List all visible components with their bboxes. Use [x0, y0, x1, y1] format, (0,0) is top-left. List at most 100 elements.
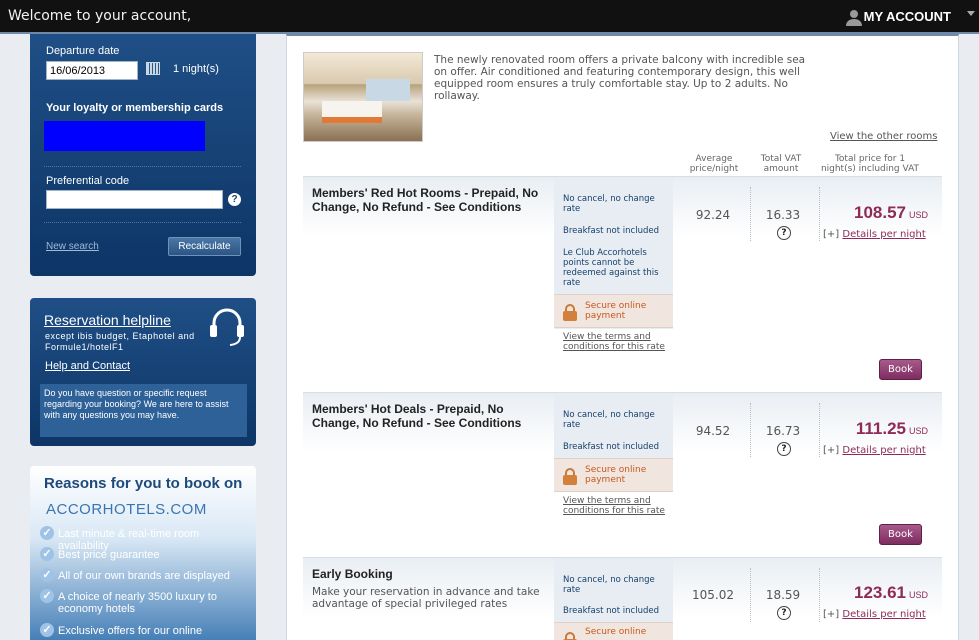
vat-help-icon[interactable]: ?	[777, 606, 791, 620]
vat-amount: 16.73	[765, 424, 801, 438]
preferential-code-input[interactable]	[46, 190, 223, 209]
average-price: 105.02	[692, 588, 734, 602]
total-price-value: 111.25	[855, 419, 906, 438]
lock-icon	[563, 468, 577, 485]
rate-row: Members' Red Hot Rooms - Prepaid, No Cha…	[303, 176, 942, 392]
terms-link[interactable]: View the terms and conditions for this r…	[563, 496, 673, 516]
accorhotels-logo: ACCORHOTELS.COM	[46, 501, 207, 518]
helpline-subtitle: except ibis budget, Etaphotel and Formul…	[45, 331, 195, 352]
total-price: 123.61 USD	[818, 583, 928, 603]
help-icon[interactable]: ?	[228, 193, 241, 206]
divider	[750, 403, 751, 457]
rate-conditions: No cancel, no change rate Breakfast not …	[554, 558, 673, 640]
condition-text: Breakfast not included	[563, 442, 659, 452]
average-price: 92.24	[695, 208, 731, 222]
chevron-down-icon[interactable]	[967, 11, 975, 16]
book-button[interactable]: Book	[879, 359, 922, 380]
room-rates-panel: The newly renovated room offers a privat…	[286, 34, 959, 640]
divider	[750, 568, 751, 622]
terms-link[interactable]: View the terms and conditions for this r…	[563, 332, 673, 352]
condition-text: No cancel, no change rate	[563, 575, 655, 595]
total-price-value: 108.57	[853, 203, 906, 222]
rate-name: Early Booking	[312, 567, 393, 581]
rate-conditions: No cancel, no change rate Breakfast not …	[554, 177, 673, 329]
recalculate-button[interactable]: Recalculate	[168, 237, 241, 256]
redacted-loyalty-card	[44, 121, 205, 151]
reason-item: ✓ A choice of nearly 3500 luxury to econo…	[40, 589, 250, 615]
secure-payment-text: Secure online payment	[585, 301, 647, 321]
help-contact-link[interactable]: Help and Contact	[45, 360, 130, 372]
vat-amount: 16.33	[765, 208, 801, 222]
expand-toggle[interactable]: [+]	[823, 445, 839, 456]
book-button[interactable]: Book	[879, 524, 922, 545]
calendar-icon[interactable]	[146, 62, 160, 75]
total-price-value: 123.61	[853, 583, 906, 602]
my-account-link[interactable]: MY ACCOUNT	[864, 9, 951, 24]
expand-toggle[interactable]: [+]	[823, 229, 839, 240]
reason-item: ✓ All of our own brands are displayed	[40, 568, 250, 582]
vat-amount: 18.59	[765, 588, 801, 602]
departure-date-label: Departure date	[46, 45, 120, 57]
secure-payment-text: Secure online	[585, 627, 647, 637]
details-per-night-link[interactable]: Details per night	[842, 445, 925, 456]
currency: USD	[908, 210, 928, 220]
divider	[750, 187, 751, 241]
reasons-panel: Reasons for you to book on ACCORHOTELS.C…	[30, 466, 256, 640]
column-total-price: Total price for 1 night(s) including VAT	[820, 154, 920, 174]
reason-item: ✓ Best price guarantee	[40, 547, 250, 561]
check-icon: ✓	[40, 547, 54, 561]
details-per-night[interactable]: [+] Details per night	[823, 609, 926, 620]
vat-help-icon[interactable]: ?	[777, 226, 791, 240]
new-search-link[interactable]: New search	[46, 241, 99, 252]
secure-payment-badge: Secure online	[554, 622, 673, 640]
helpline-question-box: Do you have question or specific request…	[40, 384, 247, 437]
secure-payment-text: Secure online payment	[585, 465, 647, 485]
condition-text: Breakfast not included	[563, 606, 659, 616]
check-icon: ✓	[40, 589, 54, 603]
rate-conditions: No cancel, no change rate Breakfast not …	[554, 393, 673, 492]
departure-date-input[interactable]: 16/06/2013	[46, 61, 138, 80]
helpline-title[interactable]: Reservation helpline	[44, 312, 171, 328]
column-vat: Total VAT amount	[760, 154, 802, 174]
nights-count: 1 night(s)	[173, 63, 219, 75]
condition-text: Le Club Accorhotels points cannot be red…	[563, 248, 659, 288]
room-photo[interactable]	[303, 52, 423, 142]
rate-name: Members' Hot Deals - Prepaid, No Change,…	[312, 402, 522, 430]
secure-payment-badge: Secure online payment	[554, 294, 673, 328]
reason-item: ✓ Exclusive offers for our online	[40, 623, 250, 637]
total-price: 108.57 USD	[818, 203, 928, 223]
top-bar: Welcome to your account, MY ACCOUNT	[0, 0, 979, 34]
reason-text: A choice of nearly 3500 luxury to econom…	[58, 591, 217, 615]
details-per-night[interactable]: [+] Details per night	[823, 229, 926, 240]
column-average-price: Average price/night	[689, 154, 739, 174]
details-per-night-link[interactable]: Details per night	[842, 609, 925, 620]
details-per-night-link[interactable]: Details per night	[842, 229, 925, 240]
reason-text: Best price guarantee	[58, 549, 160, 561]
expand-toggle[interactable]: [+]	[823, 609, 839, 620]
reasons-title: Reasons for you to book on	[44, 475, 243, 492]
vat-help-icon[interactable]: ?	[777, 442, 791, 456]
reservation-helpline-panel: Reservation helpline except ibis budget,…	[30, 298, 256, 446]
reason-text: All of our own brands are displayed	[58, 570, 230, 582]
check-icon: ✓	[40, 526, 54, 540]
condition-text: Breakfast not included	[563, 226, 659, 236]
headset-icon	[210, 308, 244, 346]
condition-text: No cancel, no change rate	[563, 410, 655, 430]
rate-row: Members' Hot Deals - Prepaid, No Change,…	[303, 392, 942, 557]
loyalty-cards-label: Your loyalty or membership cards	[46, 102, 224, 114]
secure-payment-badge: Secure online payment	[554, 458, 673, 492]
currency: USD	[908, 590, 928, 600]
divider	[44, 222, 241, 223]
average-price: 94.52	[695, 424, 731, 438]
lock-icon	[563, 304, 577, 321]
divider	[44, 166, 241, 167]
rate-row: Early Booking Make your reservation in a…	[303, 557, 942, 640]
details-per-night[interactable]: [+] Details per night	[823, 445, 926, 456]
search-panel: Departure date 16/06/2013 1 night(s) You…	[30, 34, 256, 276]
lock-icon	[563, 632, 577, 640]
total-price: 111.25 USD	[818, 419, 928, 439]
user-icon[interactable]	[845, 8, 863, 26]
preferential-code-label: Preferential code	[46, 175, 130, 187]
check-icon: ✓	[40, 623, 54, 637]
view-other-rooms-link[interactable]: View the other rooms	[830, 131, 937, 142]
